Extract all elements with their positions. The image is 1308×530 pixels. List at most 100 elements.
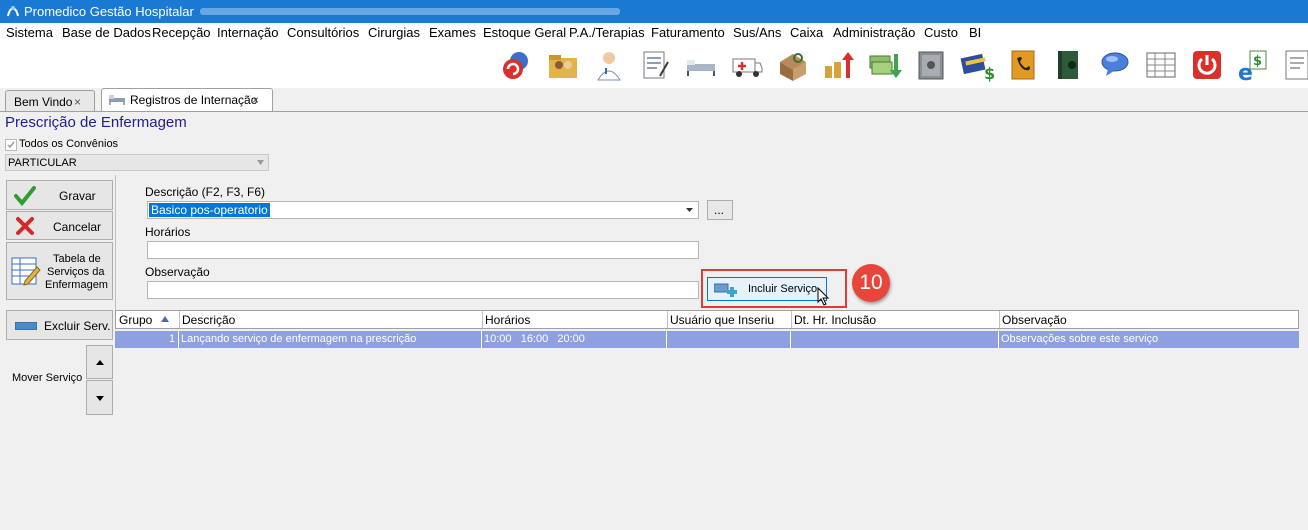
hospital-bed-icon[interactable]	[684, 48, 718, 82]
cancel-button-label: Cancelar	[53, 220, 102, 234]
chat-bubble-icon[interactable]	[1098, 48, 1132, 82]
column-header-label: Observação	[1002, 313, 1067, 327]
window-title: Promedico Gestão Hospitalar	[24, 4, 194, 19]
hospital-bed-icon	[109, 95, 125, 105]
menu-sus-ans[interactable]: Sus/Ans	[733, 25, 781, 40]
description-value: Basico pos-operatorio	[149, 203, 270, 217]
card-payment-icon[interactable]: $	[960, 48, 994, 82]
services-grid: Grupo Descrição Horários Usuário que Ins…	[115, 310, 1308, 530]
svg-text:e: e	[1238, 61, 1253, 82]
menu-administracao[interactable]: Administração	[833, 25, 915, 40]
refresh-icon[interactable]	[499, 48, 533, 82]
all-convenios-label: Todos os Convênios	[19, 138, 119, 150]
menu-caixa[interactable]: Caixa	[790, 25, 823, 40]
stethoscope-box-icon[interactable]	[776, 48, 810, 82]
menu-base-de-dados[interactable]: Base de Dados	[62, 25, 151, 40]
power-icon[interactable]	[1190, 48, 1224, 82]
menu-sistema[interactable]: Sistema	[6, 25, 53, 40]
spreadsheet-icon[interactable]	[1144, 48, 1178, 82]
delete-service-button[interactable]: Excluir Serv.	[6, 310, 113, 340]
browse-button[interactable]: ...	[707, 200, 733, 220]
tab-close-icon[interactable]: ×	[74, 95, 81, 109]
left-action-panel: Gravar Cancelar Tabela de Serviços da En…	[0, 175, 116, 530]
hours-label: Horários	[145, 225, 191, 239]
menu-consultorios[interactable]: Consultórios	[287, 25, 359, 40]
arrow-up-icon	[96, 360, 104, 365]
menu-recepcao[interactable]: Recepção	[152, 25, 211, 40]
title-bar: Promedico Gestão Hospitalar	[0, 0, 1308, 23]
chevron-down-icon	[257, 160, 264, 165]
phone-book-icon[interactable]	[1006, 48, 1040, 82]
observation-label: Observação	[145, 265, 210, 279]
description-label: Descrição (F2, F3, F6)	[145, 185, 266, 199]
column-header-dt-inclusao[interactable]: Dt. Hr. Inclusão	[791, 311, 1000, 328]
sort-ascending-icon	[161, 316, 169, 322]
ie-money-icon[interactable]: $ e	[1236, 48, 1270, 82]
table-edit-icon	[11, 257, 41, 286]
delete-service-label: Excluir Serv.	[44, 319, 111, 333]
cell-text: Lançando serviço de enfermagem na prescr…	[181, 333, 417, 345]
menu-internacao[interactable]: Internação	[217, 25, 278, 40]
blurred-version-info	[200, 8, 620, 15]
growth-chart-icon[interactable]	[822, 48, 856, 82]
checkmark-icon	[7, 141, 15, 149]
book-icon[interactable]	[1052, 48, 1086, 82]
tab-close-icon[interactable]: ×	[252, 93, 259, 107]
safe-icon[interactable]	[914, 48, 948, 82]
menu-exames[interactable]: Exames	[429, 25, 476, 40]
move-service-label: Mover Serviço	[12, 372, 83, 384]
observation-input[interactable]	[147, 281, 699, 299]
move-up-button[interactable]	[86, 345, 113, 379]
menu-bar: Sistema Base de Dados Recepção Internaçã…	[0, 23, 1308, 43]
highlight-box	[701, 269, 847, 308]
menu-cirurgias[interactable]: Cirurgias	[368, 25, 420, 40]
page-title: Prescrição de Enfermagem	[5, 114, 187, 131]
ambulance-icon[interactable]	[730, 48, 764, 82]
column-header-grupo[interactable]: Grupo	[116, 311, 180, 328]
menu-custo[interactable]: Custo	[924, 25, 958, 40]
cell-grupo: 1	[115, 331, 179, 348]
save-button[interactable]: Gravar	[6, 180, 113, 210]
menu-bi[interactable]: BI	[969, 25, 981, 40]
hours-input[interactable]	[147, 241, 699, 259]
column-header-descricao[interactable]: Descrição	[179, 311, 483, 328]
money-down-icon[interactable]	[868, 48, 902, 82]
tab-bem-vindo[interactable]: Bem Vindo ×	[5, 90, 95, 111]
cell-dt-inclusao	[790, 331, 999, 348]
all-convenios-checkbox[interactable]	[5, 139, 17, 151]
menu-faturamento[interactable]: Faturamento	[651, 25, 725, 40]
menu-pa-terapias[interactable]: P.A./Terapias	[569, 25, 645, 40]
convenio-select[interactable]: PARTICULAR	[5, 154, 269, 171]
services-table-label-line1: Tabela de	[53, 253, 101, 265]
menu-estoque-geral[interactable]: Estoque Geral	[483, 25, 566, 40]
notes-icon[interactable]	[1282, 48, 1308, 82]
cell-descricao: Lançando serviço de enfermagem na prescr…	[178, 331, 482, 348]
column-header-usuario[interactable]: Usuário que Inseriu	[667, 311, 792, 328]
doctor-icon[interactable]	[592, 48, 626, 82]
move-down-button[interactable]	[86, 380, 113, 415]
column-header-label: Horários	[485, 313, 531, 327]
minus-icon	[15, 322, 37, 330]
services-table-button[interactable]: Tabela de Serviços da Enfermagem	[6, 242, 113, 300]
cell-text: 1	[169, 333, 176, 345]
column-header-observacao[interactable]: Observação	[999, 311, 1298, 328]
column-header-label: Grupo	[119, 313, 153, 327]
step-badge: 10	[852, 264, 890, 302]
prescription-icon[interactable]	[638, 48, 672, 82]
tab-registros-internacao[interactable]: Registros de Internação ×	[101, 88, 273, 111]
toolbar: $ $ e	[0, 43, 1308, 88]
table-row[interactable]: 1 Lançando serviço de enfermagem na pres…	[115, 331, 1299, 348]
cancel-button[interactable]: Cancelar	[6, 211, 113, 240]
browse-button-label: ...	[714, 203, 725, 217]
svg-text:$: $	[1253, 54, 1262, 69]
save-button-label: Gravar	[59, 189, 96, 203]
users-folder-icon[interactable]	[546, 48, 580, 82]
cell-text: 10:00 16:00 20:00	[484, 333, 585, 345]
close-icon	[16, 217, 34, 235]
tab-label: Registros de Internação	[130, 93, 258, 107]
chevron-down-icon[interactable]	[686, 208, 693, 212]
description-combobox[interactable]: Basico pos-operatorio	[147, 201, 699, 219]
grid-header: Grupo Descrição Horários Usuário que Ins…	[115, 310, 1299, 329]
cell-usuario	[666, 331, 791, 348]
column-header-horarios[interactable]: Horários	[482, 311, 668, 328]
